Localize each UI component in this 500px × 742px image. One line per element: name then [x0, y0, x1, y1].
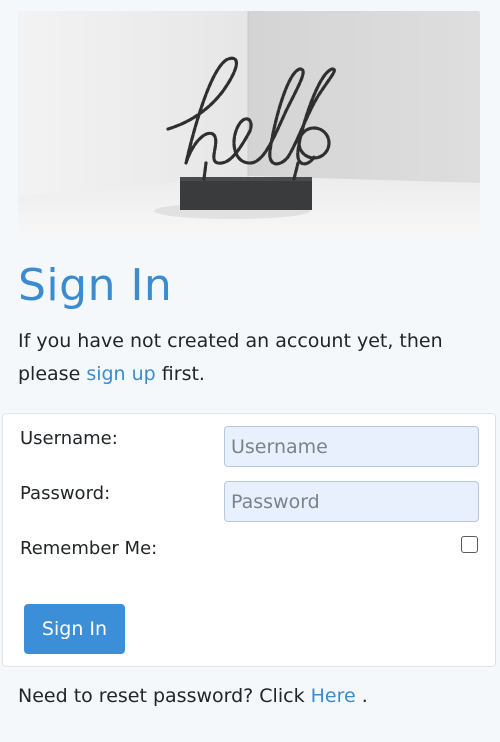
intro-text: If you have not created an account yet, … [18, 325, 488, 391]
username-label: Username: [20, 428, 118, 449]
reset-text-after: . [355, 685, 368, 707]
page-title: Sign In [18, 260, 173, 311]
hero-image [18, 11, 480, 235]
password-label: Password: [20, 483, 111, 504]
sign-up-link[interactable]: sign up [86, 363, 155, 385]
sign-in-form: Username: Password: Remember Me: Sign In [2, 413, 496, 667]
reset-password-link[interactable]: Here [311, 685, 356, 707]
username-input[interactable] [224, 426, 479, 467]
remember-me-checkbox[interactable] [461, 536, 478, 553]
intro-text-after: first. [155, 363, 205, 385]
hello-sign-photo [18, 11, 480, 235]
reset-password-text: Need to reset password? Click Here . [18, 681, 368, 711]
sign-in-button[interactable]: Sign In [24, 604, 125, 654]
reset-text-before: Need to reset password? Click [18, 685, 311, 707]
remember-me-label: Remember Me: [20, 538, 158, 559]
password-input[interactable] [224, 481, 479, 522]
intro-text-before: If you have not created an account yet, … [18, 330, 443, 385]
